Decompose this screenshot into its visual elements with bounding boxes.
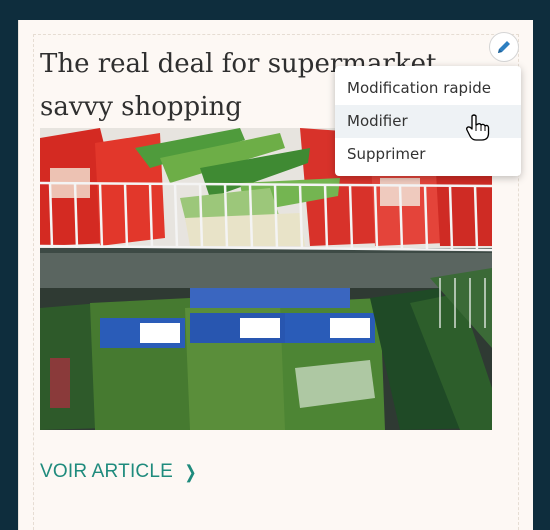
edit-button[interactable] — [489, 32, 519, 62]
voir-article-link[interactable]: VOIR ARTICLE ❯ — [40, 461, 198, 483]
menu-item-supprimer[interactable]: Supprimer — [335, 138, 521, 171]
pencil-icon — [498, 41, 510, 53]
menu-item-modifier[interactable]: Modifier — [335, 105, 521, 138]
edit-menu: Modification rapide Modifier Supprimer — [335, 66, 521, 176]
voir-article-label: VOIR ARTICLE — [40, 461, 173, 482]
hand-pointer-icon — [466, 114, 490, 141]
chevron-right-icon: ❯ — [184, 461, 197, 482]
menu-item-modification-rapide[interactable]: Modification rapide — [335, 72, 521, 105]
